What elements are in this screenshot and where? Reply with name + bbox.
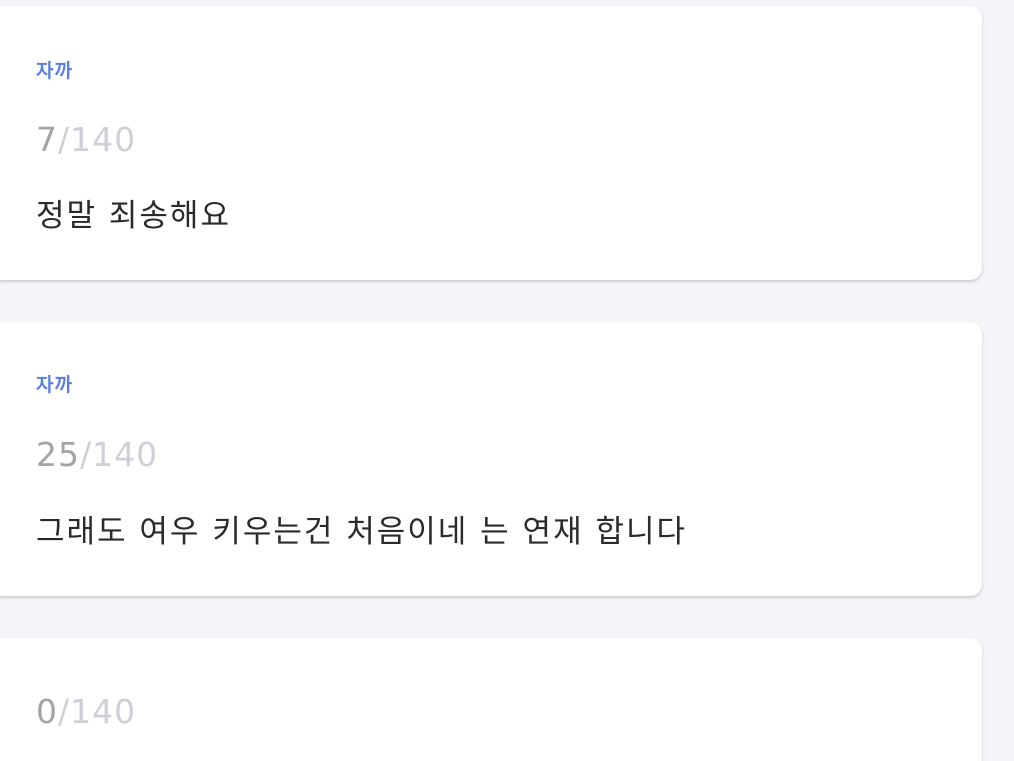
counter-separator: /	[80, 435, 93, 474]
comment-list: 자까 7/140 정말 죄송해요 자까 25/140 그래도 여우 키우는건 처…	[0, 0, 1014, 761]
comment-text: 정말 죄송해요	[36, 198, 231, 234]
character-limit: 140	[70, 120, 137, 159]
comment-card[interactable]: 자까 7/140 정말 죄송해요	[0, 6, 982, 280]
counter-separator: /	[58, 692, 71, 731]
comment-input-card[interactable]: 0/140	[0, 638, 982, 761]
character-count: 25	[36, 435, 80, 474]
character-limit: 140	[92, 435, 159, 474]
character-limit: 140	[70, 692, 137, 731]
author-name: 자까	[36, 374, 73, 396]
character-count: 7	[36, 120, 58, 159]
counter-separator: /	[58, 120, 71, 159]
author-name: 자까	[36, 60, 73, 82]
comment-card[interactable]: 자까 25/140 그래도 여우 키우는건 처음이네 는 연재 합니다	[0, 322, 982, 596]
character-counter: 7/140	[36, 120, 136, 159]
comment-text: 그래도 여우 키우는건 처음이네 는 연재 합니다	[36, 514, 688, 550]
character-count: 0	[36, 692, 58, 731]
character-counter: 25/140	[36, 435, 158, 474]
character-counter: 0/140	[36, 692, 136, 731]
